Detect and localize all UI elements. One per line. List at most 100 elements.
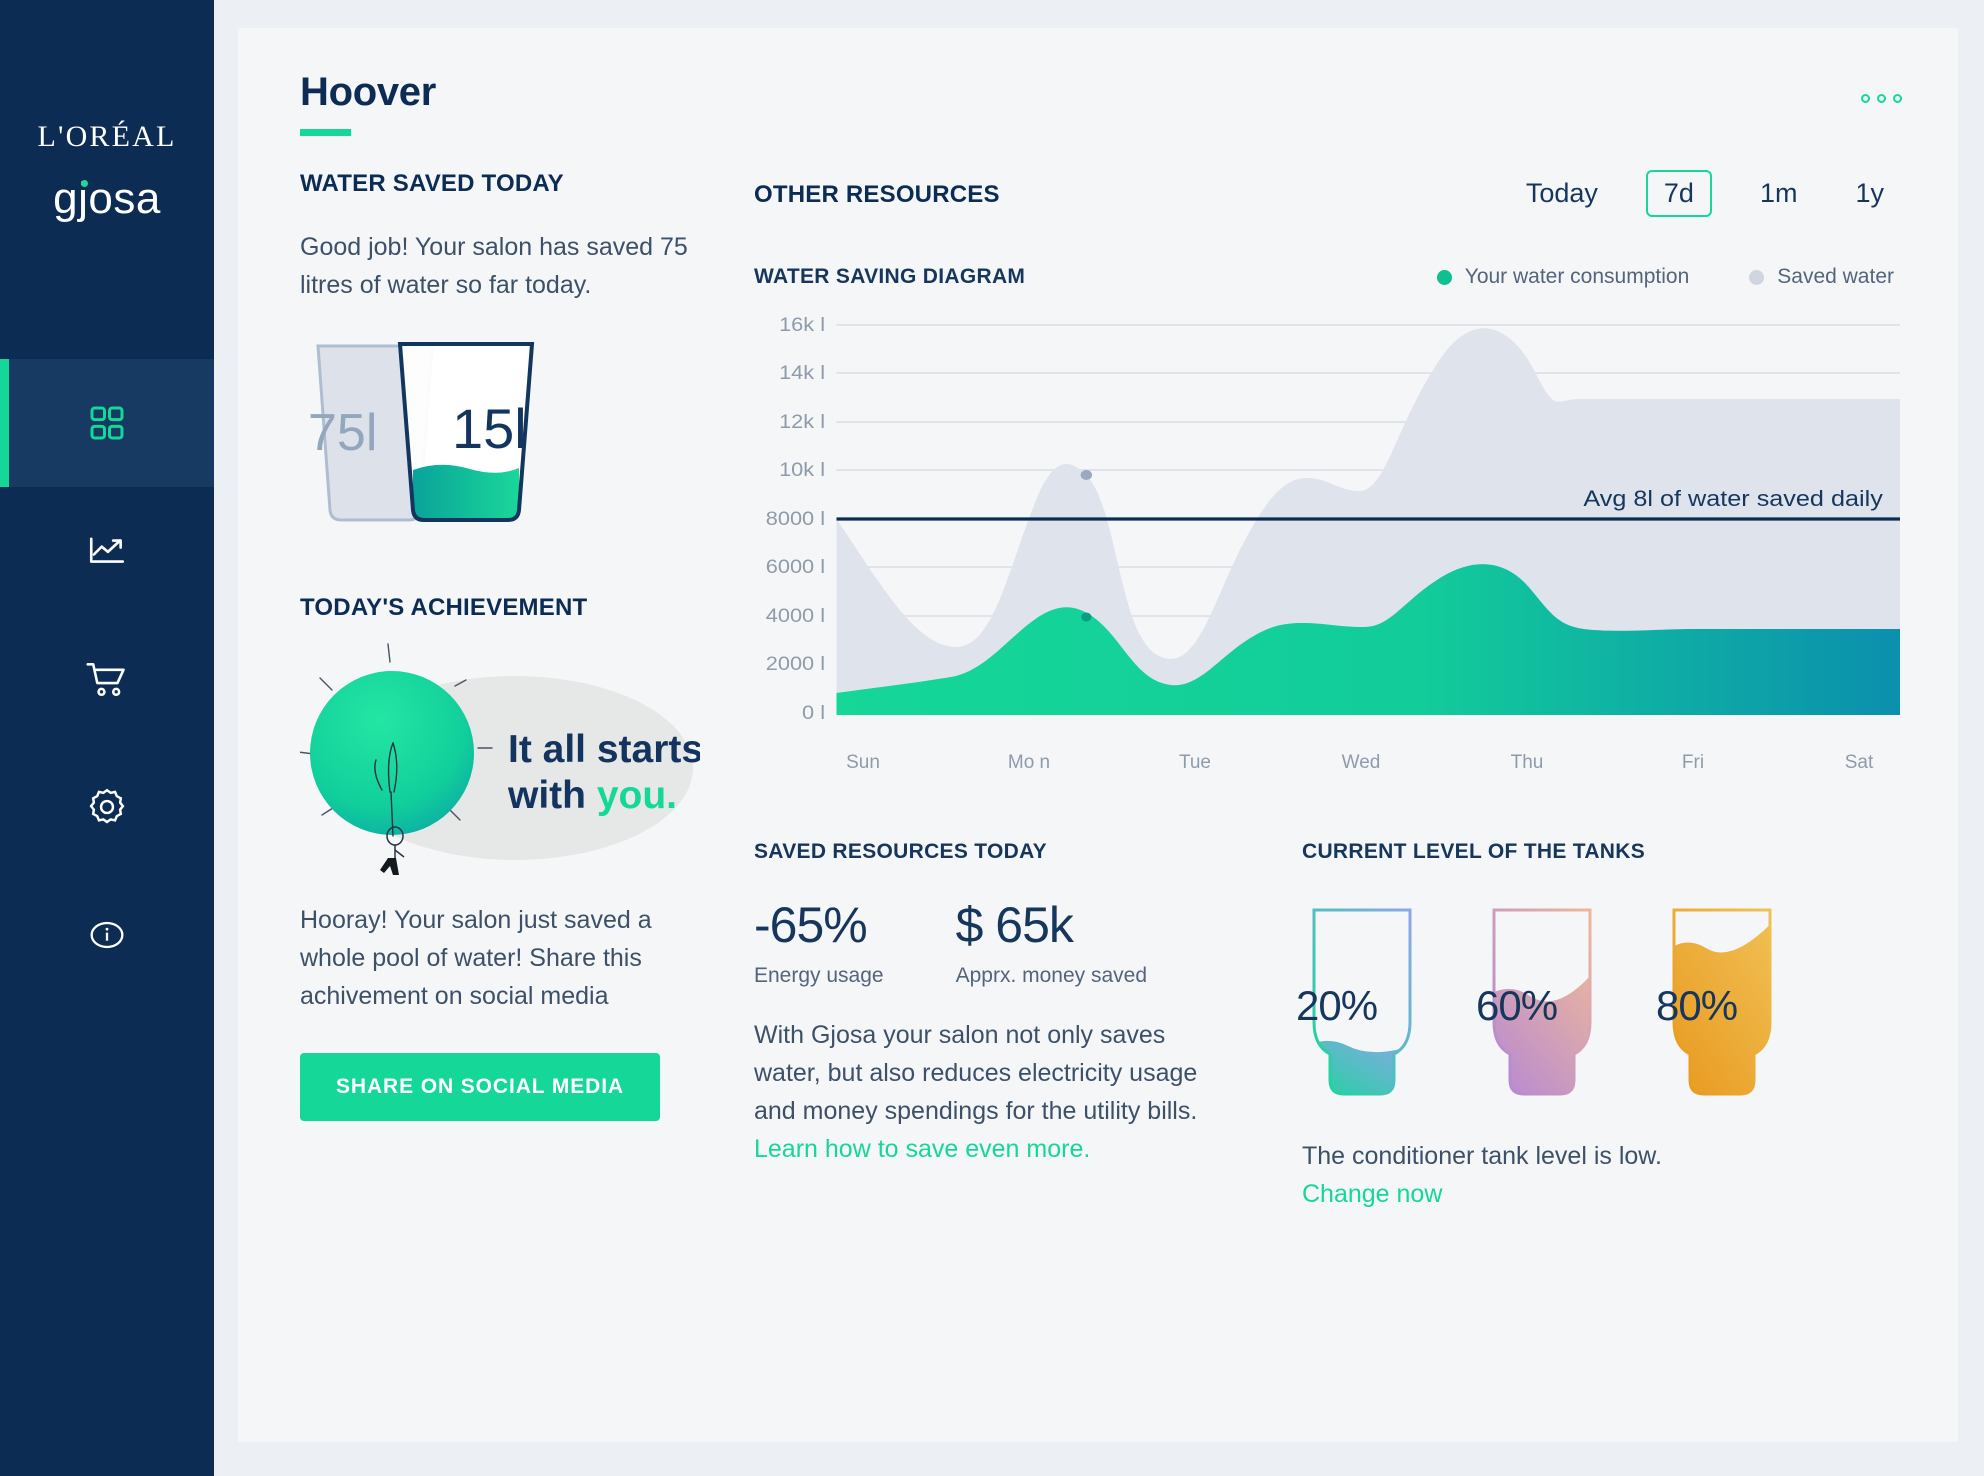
marker-saved-tue [1080, 470, 1093, 480]
tank-percent-1: 20% [1296, 981, 1378, 1029]
water-saved-title: WATER SAVED TODAY [300, 170, 564, 197]
ytick-0: 0 l [802, 703, 825, 723]
kebab-dot-2 [1877, 94, 1886, 103]
legend-dot-consumption [1436, 269, 1452, 285]
ytick-2000: 2000 l [766, 654, 825, 674]
kebab-dot-1 [1861, 94, 1870, 103]
glass-new-label: 15l [452, 397, 527, 460]
sidebar-nav [0, 359, 214, 999]
kebab-dot-3 [1893, 94, 1902, 103]
water-saving-diagram-title: WATER SAVING DIAGRAM [754, 265, 1026, 288]
stat-energy-value: -65% [754, 896, 868, 953]
brand-gjosa-label: gjosa [53, 174, 161, 223]
title-underline [300, 129, 351, 136]
xtick-thu: Thu [1510, 752, 1544, 773]
change-now-link[interactable]: Change now [1302, 1175, 1442, 1213]
stat-money: $ 65k Apprx. money saved [956, 896, 1147, 988]
page-title: Hoover [300, 70, 437, 114]
chart-legend: Your water consumption Saved water [1436, 265, 1894, 289]
page-title-block: Hoover [300, 70, 1900, 136]
xtick-sun: Sun [846, 752, 880, 773]
sidebar-item-dashboard[interactable] [0, 359, 214, 487]
ytick-16k: 16k l [779, 315, 825, 335]
water-saving-chart[interactable]: 16k l 14k l 12k l 10k l 8000 l 6000 l 40… [754, 315, 1900, 745]
sidebar-item-analytics[interactable] [0, 487, 214, 615]
tank-item-3[interactable]: 80% [1656, 904, 1782, 1104]
tanks-title: CURRENT LEVEL OF THE TANKS [1302, 839, 1646, 863]
legend-dot-saved [1749, 269, 1765, 285]
legend-label-consumption: Your water consumption [1464, 265, 1690, 288]
right-column: OTHER RESOURCES Today 7d 1m 1y WATER SAV… [730, 170, 1900, 1442]
share-on-social-media-button[interactable]: SHARE ON SOCIAL MEDIA [300, 1053, 660, 1121]
kebab-menu-icon[interactable] [1861, 94, 1902, 103]
water-glass-illustration: 75l 15l [300, 338, 710, 528]
xtick-tue: Tue [1178, 752, 1212, 773]
saved-resources-stats: -65% Energy usage $ 65k Apprx. money sav… [754, 896, 1224, 988]
sidebar-item-shop[interactable] [0, 615, 214, 743]
learn-more-link[interactable]: Learn how to save even more. [754, 1130, 1090, 1168]
xtick-wed: Wed [1341, 752, 1381, 773]
ytick-6000: 6000 l [766, 557, 825, 577]
stat-money-label: Apprx. money saved [955, 963, 1148, 987]
dashboard-card: Hoover WATER SAVED TODAY Good job! Your … [238, 28, 1958, 1442]
range-1y[interactable]: 1y [1845, 174, 1894, 213]
trend-up-icon [86, 530, 128, 572]
xtick-fri: Fri [1681, 752, 1705, 773]
water-saved-text: Good job! Your salon has saved 75 litres… [300, 233, 688, 299]
tank-item-1[interactable]: 20% [1296, 904, 1422, 1104]
achievement-illustration: It all starts with you. [297, 640, 710, 875]
sidebar-item-info[interactable] [0, 871, 214, 999]
tanks-panel: CURRENT LEVEL OF THE TANKS 20% 60% 80% T… [1224, 840, 1894, 1214]
brand-loreal-text: L'ORÉAL [37, 120, 177, 153]
achievement-art-line1: It all starts [508, 728, 700, 771]
xtick-sat: Sat [1844, 752, 1874, 773]
achievement-art-line2: with you. [507, 774, 677, 817]
xtick-mon: Mo n [1007, 752, 1051, 773]
saved-resources-panel: SAVED RESOURCES TODAY -65% Energy usage … [754, 840, 1224, 1214]
left-column: WATER SAVED TODAY Good job! Your salon h… [297, 170, 730, 1442]
other-resources-title: OTHER RESOURCES [754, 181, 1000, 208]
legend-label-saved: Saved water [1777, 265, 1894, 288]
chart-header: WATER SAVING DIAGRAM Your water consumpt… [754, 265, 1900, 289]
legend-item-consumption[interactable]: Your water consumption [1436, 265, 1690, 289]
card-content: WATER SAVED TODAY Good job! Your salon h… [297, 170, 1900, 1442]
ytick-4000: 4000 l [766, 606, 825, 626]
legend-item-saved[interactable]: Saved water [1749, 265, 1894, 289]
tank-item-2[interactable]: 60% [1476, 904, 1602, 1104]
achievement-title: TODAY'S ACHIEVEMENT [300, 594, 588, 621]
range-today[interactable]: Today [1516, 174, 1608, 213]
ytick-8000: 8000 l [766, 509, 825, 529]
marker-consumption-tue [1081, 612, 1092, 622]
avg-annotation-label: Avg 8l of water saved daily [1583, 487, 1883, 511]
grid-icon [87, 403, 127, 443]
time-range-selector: Today 7d 1m 1y [1516, 170, 1894, 217]
tank-percent-2: 60% [1476, 981, 1558, 1029]
resources-header: OTHER RESOURCES Today 7d 1m 1y [754, 170, 1900, 217]
range-1m[interactable]: 1m [1750, 174, 1808, 213]
tank-percent-3: 80% [1656, 981, 1738, 1029]
sidebar: L'ORÉAL gjosa [0, 0, 214, 1476]
stat-money-value: $ 65k [955, 896, 1074, 953]
brand-gjosa-text: gjosa [53, 174, 161, 224]
stat-energy: -65% Energy usage [754, 896, 884, 988]
info-circle-icon [87, 915, 127, 955]
main-area: Hoover WATER SAVED TODAY Good job! Your … [214, 0, 1984, 1476]
range-7d[interactable]: 7d [1645, 170, 1712, 217]
tank-list: 20% 60% 80% [1296, 904, 1894, 1104]
saved-resources-title: SAVED RESOURCES TODAY [754, 839, 1047, 863]
ytick-14k: 14k l [779, 363, 825, 383]
chart-x-axis: Sun Mo n Tue Wed Thu Fri Sat [754, 752, 1900, 774]
chart-svg: 16k l 14k l 12k l 10k l 8000 l 6000 l 40… [766, 315, 1900, 724]
tanks-note: The conditioner tank level is low. [1302, 1141, 1662, 1170]
gear-icon [86, 786, 128, 828]
shopping-cart-icon [85, 657, 129, 701]
ytick-10k: 10k l [779, 460, 825, 480]
ytick-12k: 12k l [779, 412, 825, 432]
glass-old-label: 75l [308, 404, 377, 462]
bottom-row: SAVED RESOURCES TODAY -65% Energy usage … [754, 840, 1900, 1214]
sidebar-item-settings[interactable] [0, 743, 214, 871]
brand-logo: L'ORÉAL gjosa [0, 120, 214, 224]
stat-energy-label: Energy usage [754, 963, 884, 987]
saved-resources-paragraph: With Gjosa your salon not only saves wat… [754, 1020, 1198, 1125]
app-root: L'ORÉAL gjosa Hoover WATER SAVED TODAY G… [0, 0, 1984, 1476]
